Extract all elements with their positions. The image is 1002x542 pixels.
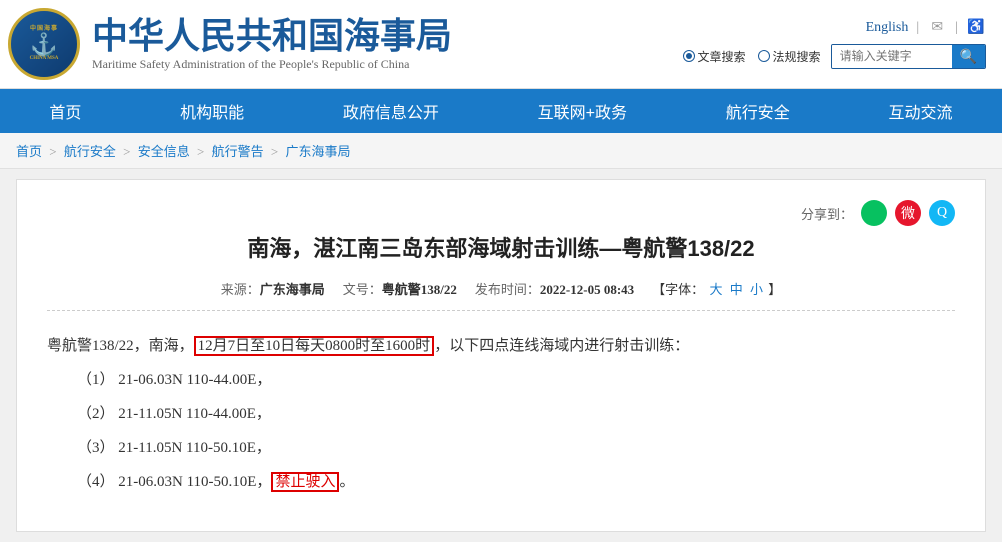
- divider: |: [916, 20, 919, 36]
- font-medium[interactable]: 中: [730, 282, 743, 297]
- docno-label: 文号：: [343, 282, 382, 297]
- point-1: （1） 21-06.03N 110-44.00E，: [77, 365, 955, 395]
- source-label: 来源：: [221, 282, 260, 297]
- header-right: English | ✉ | ♿ 文章搜索 法规搜索 🔍: [683, 20, 986, 69]
- source-item: 来源：广东海事局: [221, 279, 325, 298]
- anchor-icon: ⚓: [30, 34, 57, 56]
- breadcrumb-home[interactable]: 首页: [16, 144, 42, 159]
- pubtime-value: 2022-12-05 08:43: [540, 282, 634, 297]
- nav-interaction[interactable]: 互动交流: [861, 89, 981, 133]
- font-large[interactable]: 大: [709, 282, 722, 297]
- nav-internet-gov[interactable]: 互联网+政务: [510, 89, 655, 133]
- point-4-punct: 。: [339, 474, 354, 490]
- nav-home[interactable]: 首页: [21, 89, 109, 133]
- mail-icon[interactable]: ✉: [927, 20, 947, 36]
- pubtime-item: 发布时间：2022-12-05 08:43: [475, 279, 634, 298]
- breadcrumb-sep3: >: [197, 144, 208, 159]
- article-body: 粤航警138/22，南海，12月7日至10日每天0800时至1600时，以下四点…: [47, 331, 955, 497]
- font-size-ctrl: 【字体： 大 中 小 】: [652, 279, 781, 298]
- site-title-en: Maritime Safety Administration of the Pe…: [92, 57, 452, 72]
- article-meta: 来源：广东海事局 文号：粤航警138/22 发布时间：2022-12-05 08…: [47, 279, 955, 311]
- header-links: English | ✉ | ♿: [866, 20, 986, 36]
- nav-navigation-safety[interactable]: 航行安全: [698, 89, 818, 133]
- body-intro-para: 粤航警138/22，南海，12月7日至10日每天0800时至1600时，以下四点…: [47, 331, 955, 361]
- font-small[interactable]: 小: [750, 282, 763, 297]
- logo-text-bottom: CHINA MSA: [30, 56, 59, 62]
- radio-article[interactable]: 文章搜索: [683, 48, 746, 65]
- header-title: 中华人民共和国海事局 Maritime Safety Administratio…: [92, 16, 452, 73]
- english-link[interactable]: English: [866, 20, 909, 36]
- docno-item: 文号：粤航警138/22: [343, 279, 457, 298]
- site-title-cn: 中华人民共和国海事局: [92, 16, 452, 56]
- logo: 中国海事 ⚓ CHINA MSA: [8, 8, 80, 80]
- search-area: 文章搜索 法规搜索 🔍: [683, 44, 986, 69]
- point-4-text: （4） 21-06.03N 110-50.10E，: [77, 474, 271, 490]
- breadcrumb-nav-safety[interactable]: 航行安全: [64, 144, 116, 159]
- article-content: 分享到：  微 Q 南海，湛江南三岛东部海域射击训练—粤航警138/22 来源…: [16, 179, 986, 532]
- share-label: 分享到：: [801, 204, 853, 223]
- pubtime-label: 发布时间：: [475, 282, 540, 297]
- breadcrumb: 首页 > 航行安全 > 安全信息 > 航行警告 > 广东海事局: [0, 133, 1002, 169]
- source-value: 广东海事局: [260, 282, 325, 297]
- breadcrumb-guangdong-msa[interactable]: 广东海事局: [285, 144, 350, 159]
- point-3: （3） 21-11.05N 110-50.10E，: [77, 433, 955, 463]
- radio-dot-law: [758, 50, 770, 62]
- main-nav: 首页 机构职能 政府信息公开 互联网+政务 航行安全 互动交流: [0, 89, 1002, 133]
- nav-gov-info[interactable]: 政府信息公开: [315, 89, 467, 133]
- breadcrumb-nav-warning[interactable]: 航行警告: [212, 144, 264, 159]
- article-title: 南海，湛江南三岛东部海域射击训练—粤航警138/22: [47, 234, 955, 265]
- accessibility-icon[interactable]: ♿: [966, 20, 986, 36]
- search-input[interactable]: [832, 45, 952, 68]
- radio-dot-article: [683, 50, 695, 62]
- point-2: （2） 21-11.05N 110-44.00E，: [77, 399, 955, 429]
- share-bar: 分享到：  微 Q: [47, 200, 955, 226]
- header-left: 中国海事 ⚓ CHINA MSA 中华人民共和国海事局 Maritime Saf…: [8, 8, 452, 80]
- share-qq-icon[interactable]: Q: [929, 200, 955, 226]
- share-wechat-icon[interactable]: : [861, 200, 887, 226]
- page-header: 中国海事 ⚓ CHINA MSA 中华人民共和国海事局 Maritime Saf…: [0, 0, 1002, 89]
- breadcrumb-safety-info[interactable]: 安全信息: [138, 144, 190, 159]
- body-highlighted-date: 12月7日至10日每天0800时至1600时: [194, 336, 435, 356]
- docno-value: 粤航警138/22: [382, 282, 457, 297]
- radio-article-label: 文章搜索: [698, 48, 746, 65]
- radio-law-label: 法规搜索: [773, 48, 821, 65]
- point-4: （4） 21-06.03N 110-50.10E，禁止驶入。: [77, 467, 955, 497]
- search-button[interactable]: 🔍: [952, 45, 985, 68]
- font-bracket-close: 】: [768, 282, 781, 297]
- nav-institution[interactable]: 机构职能: [152, 89, 272, 133]
- search-input-wrap: 🔍: [831, 44, 986, 69]
- share-weibo-icon[interactable]: 微: [895, 200, 921, 226]
- body-after-text: ，以下四点连线海域内进行射击训练：: [434, 338, 689, 354]
- body-intro-text: 粤航警138/22，南海，: [47, 338, 194, 354]
- font-label: 【字体：: [652, 282, 704, 297]
- radio-law[interactable]: 法规搜索: [758, 48, 821, 65]
- breadcrumb-sep2: >: [123, 144, 134, 159]
- prohibited-entry-label: 禁止驶入: [271, 472, 339, 492]
- breadcrumb-sep1: >: [49, 144, 60, 159]
- breadcrumb-sep4: >: [271, 144, 282, 159]
- search-type-group: 文章搜索 法规搜索: [683, 48, 821, 65]
- divider2: |: [955, 20, 958, 36]
